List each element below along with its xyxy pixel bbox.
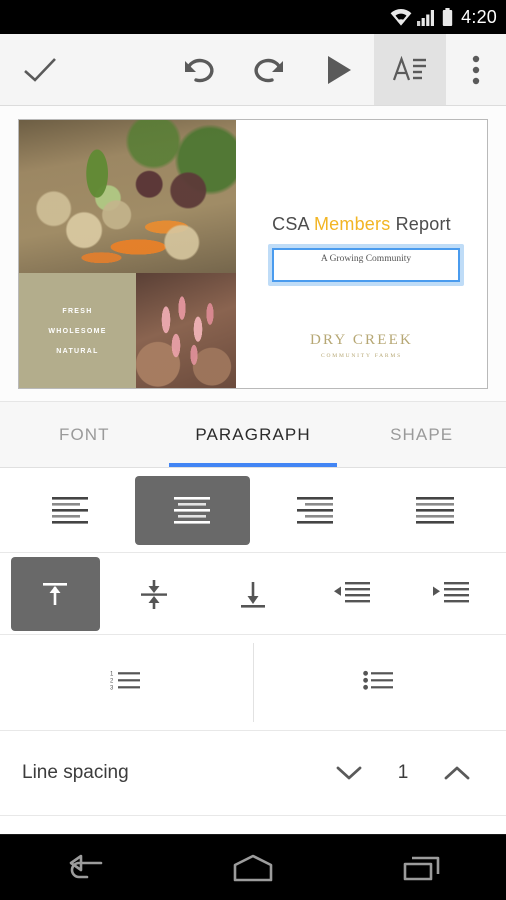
slide-logo[interactable]: DRY CREEK COMMUNITY FARMS (236, 332, 487, 359)
line-spacing-label: Line spacing (22, 762, 129, 783)
align-justify-button[interactable] (378, 476, 493, 545)
chevron-up-icon (444, 766, 470, 780)
bulleted-list-icon (362, 670, 393, 690)
align-middle-cell[interactable] (105, 553, 204, 634)
align-bottom-cell[interactable] (204, 553, 303, 634)
align-bottom-icon (240, 581, 265, 608)
numbered-list-button[interactable]: 1 2 3 (110, 669, 144, 696)
increase-indent-button[interactable] (406, 557, 495, 631)
align-center-cell[interactable] (132, 468, 254, 552)
svg-text:2: 2 (110, 679, 114, 685)
svg-text:1: 1 (110, 672, 114, 678)
done-checkmark-button[interactable] (0, 34, 80, 105)
app-screen: 4:20 FRESH WHOLESOME NATURAL CSA Members… (0, 0, 506, 900)
align-center-icon (174, 497, 211, 524)
list-row-divider (253, 643, 254, 722)
recents-button[interactable] (377, 835, 467, 900)
slide-preview-area[interactable]: FRESH WHOLESOME NATURAL CSA Members Repo… (0, 106, 506, 402)
line-spacing-row: Line spacing 1 (0, 731, 506, 816)
line-spacing-decrease-button[interactable] (322, 746, 376, 800)
back-button[interactable] (39, 835, 129, 900)
align-middle-button[interactable] (110, 557, 199, 631)
numbered-list-icon: 1 2 3 (110, 672, 140, 692)
line-spacing-value: 1 (397, 762, 409, 783)
slide-title[interactable]: CSA Members Report (236, 214, 487, 235)
align-right-icon (296, 497, 333, 524)
slide-canvas[interactable]: FRESH WHOLESOME NATURAL CSA Members Repo… (18, 118, 488, 389)
status-bar: 4:20 (0, 0, 506, 34)
align-left-button[interactable] (13, 476, 128, 545)
more-options-button[interactable] (446, 34, 506, 105)
text-alignment-row (0, 468, 506, 553)
cellular-signal-icon (417, 9, 437, 26)
align-top-icon (43, 582, 68, 605)
present-button[interactable] (304, 34, 374, 105)
align-justify-cell[interactable] (375, 468, 497, 552)
decrease-indent-button[interactable] (307, 557, 396, 631)
slide-image-column: FRESH WHOLESOME NATURAL (19, 119, 236, 388)
tagline-line-2: WHOLESOME (48, 327, 107, 335)
tab-shape[interactable]: SHAPE (337, 402, 506, 467)
tab-font[interactable]: FONT (0, 402, 169, 467)
status-time: 4:20 (461, 6, 497, 27)
decrease-indent-icon (333, 581, 370, 602)
align-top-button[interactable] (10, 556, 100, 631)
align-center-button[interactable] (134, 475, 250, 545)
chevron-down-icon (336, 766, 362, 780)
decrease-indent-cell[interactable] (302, 553, 401, 634)
logo-secondary-text: COMMUNITY FARMS (321, 352, 402, 359)
editor-toolbar (0, 34, 506, 106)
increase-indent-cell[interactable] (401, 553, 500, 634)
selected-textbox[interactable]: A Growing Community (272, 247, 460, 282)
align-left-icon (51, 497, 88, 524)
numbered-list-cell[interactable]: 1 2 3 (0, 635, 253, 730)
list-style-row: 1 2 3 (0, 635, 506, 731)
tagline-line-1: FRESH (62, 307, 93, 315)
slide-content-column: CSA Members Report A Growing Community D… (236, 119, 487, 388)
redo-button[interactable] (234, 34, 304, 105)
format-text-button[interactable] (374, 34, 446, 105)
increase-indent-icon (432, 581, 469, 602)
slide-title-after: Report (390, 213, 451, 234)
align-left-cell[interactable] (10, 468, 132, 552)
slide-title-highlight: Members (313, 213, 391, 234)
wifi-icon (390, 8, 412, 26)
battery-icon (442, 8, 453, 26)
svg-text:3: 3 (110, 686, 114, 692)
home-pentagon-icon (233, 854, 273, 881)
tagline-line-3: NATURAL (56, 347, 99, 355)
format-tabs: FONT PARAGRAPH SHAPE (0, 402, 506, 468)
android-nav-bar (0, 834, 506, 900)
undo-button[interactable] (164, 34, 234, 105)
recents-squares-icon (403, 856, 439, 880)
tagline-block[interactable]: FRESH WHOLESOME NATURAL (19, 272, 136, 388)
align-middle-icon (141, 579, 168, 609)
cranberry-beans-photo[interactable] (136, 272, 236, 388)
align-right-cell[interactable] (253, 468, 375, 552)
slide-title-before: CSA (272, 213, 314, 234)
tab-paragraph[interactable]: PARAGRAPH (169, 402, 338, 467)
bulleted-list-button[interactable] (362, 669, 397, 696)
align-justify-icon (416, 497, 455, 524)
selected-textbox-selection[interactable]: A Growing Community (268, 243, 464, 286)
align-top-cell[interactable] (6, 553, 105, 634)
textbox-text: A Growing Community (320, 253, 412, 264)
home-button[interactable] (208, 835, 298, 900)
line-spacing-increase-button[interactable] (430, 746, 484, 800)
align-bottom-button[interactable] (208, 557, 297, 631)
bulleted-list-cell[interactable] (253, 635, 506, 730)
back-arrow-icon (70, 854, 103, 878)
vegetable-crate-photo[interactable] (19, 119, 236, 273)
logo-primary-text: DRY CREEK (309, 331, 413, 348)
panel-filler (0, 816, 506, 822)
align-right-button[interactable] (256, 476, 371, 545)
vertical-align-indent-row (0, 553, 506, 635)
